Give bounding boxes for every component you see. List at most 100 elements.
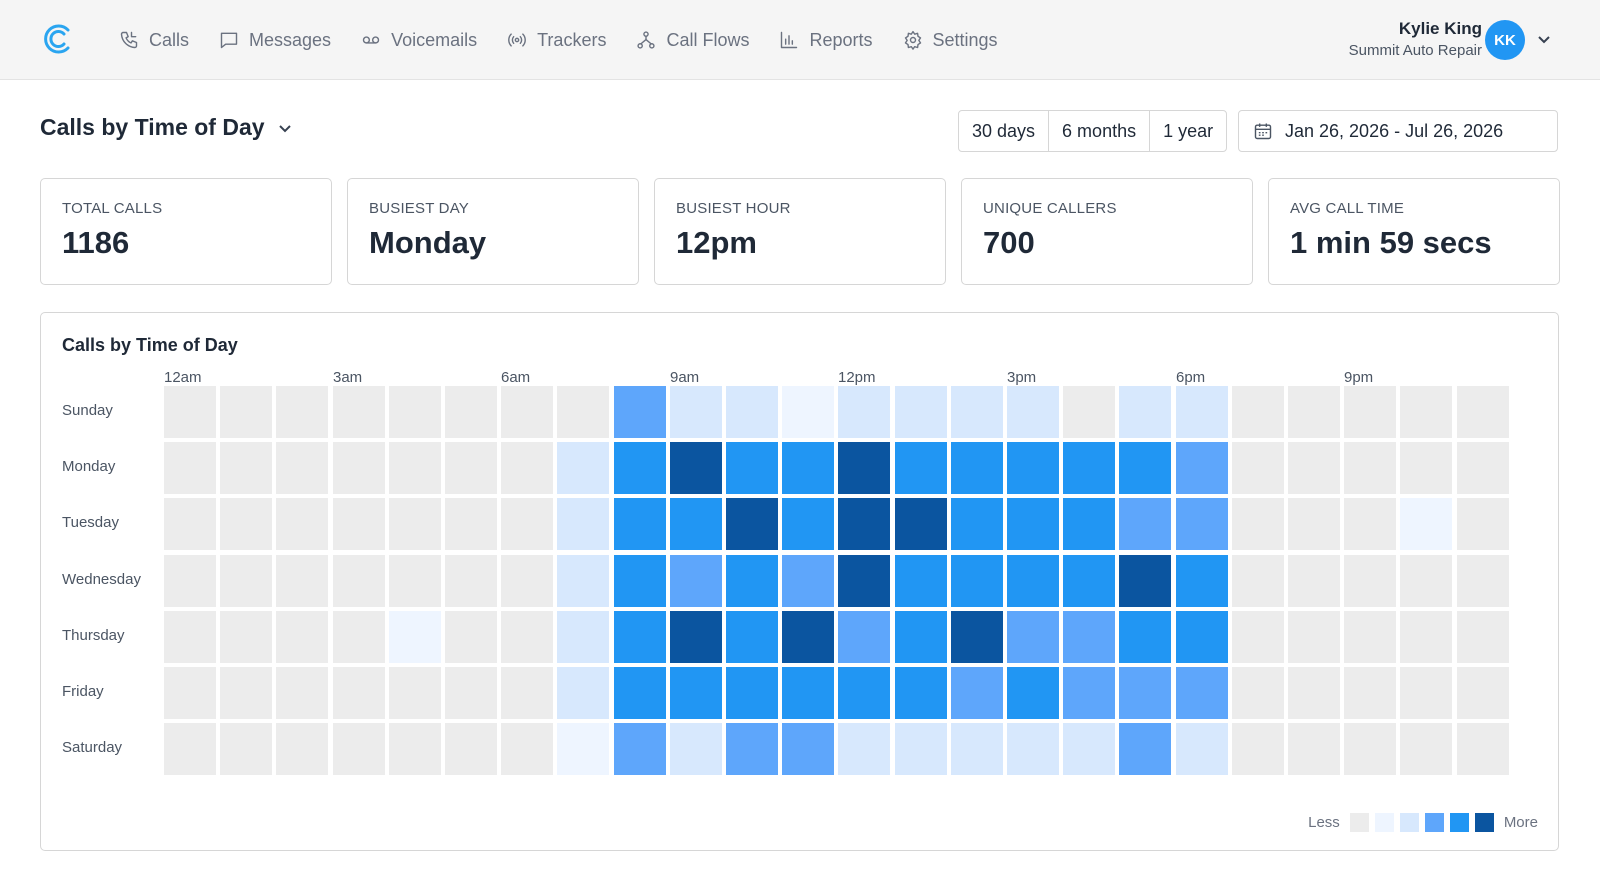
nav-trackers[interactable]: Trackers: [506, 20, 606, 60]
heatmap-cell[interactable]: [1007, 723, 1059, 775]
heatmap-cell[interactable]: [895, 498, 947, 550]
heatmap-cell[interactable]: [838, 498, 890, 550]
heatmap-cell[interactable]: [1400, 498, 1452, 550]
heatmap-cell[interactable]: [670, 555, 722, 607]
range-6-months-button[interactable]: 6 months: [1049, 111, 1151, 151]
nav-messages[interactable]: Messages: [218, 20, 331, 60]
heatmap-cell[interactable]: [1176, 611, 1228, 663]
heatmap-cell[interactable]: [389, 611, 441, 663]
heatmap-cell[interactable]: [670, 498, 722, 550]
heatmap-cell[interactable]: [1232, 498, 1284, 550]
heatmap-cell[interactable]: [333, 498, 385, 550]
range-1-year-button[interactable]: 1 year: [1150, 111, 1226, 151]
heatmap-cell[interactable]: [1457, 555, 1509, 607]
heatmap-cell[interactable]: [782, 555, 834, 607]
heatmap-cell[interactable]: [1176, 442, 1228, 494]
heatmap-cell[interactable]: [333, 611, 385, 663]
heatmap-cell[interactable]: [1457, 723, 1509, 775]
heatmap-cell[interactable]: [670, 442, 722, 494]
heatmap-cell[interactable]: [726, 667, 778, 719]
heatmap-cell[interactable]: [726, 723, 778, 775]
heatmap-cell[interactable]: [557, 386, 609, 438]
heatmap-cell[interactable]: [220, 386, 272, 438]
heatmap-cell[interactable]: [782, 386, 834, 438]
heatmap-cell[interactable]: [782, 611, 834, 663]
range-30-days-button[interactable]: 30 days: [959, 111, 1050, 151]
heatmap-cell[interactable]: [220, 723, 272, 775]
heatmap-cell[interactable]: [1288, 555, 1340, 607]
heatmap-cell[interactable]: [1344, 723, 1396, 775]
heatmap-cell[interactable]: [614, 555, 666, 607]
heatmap-cell[interactable]: [951, 667, 1003, 719]
heatmap-cell[interactable]: [501, 442, 553, 494]
heatmap-cell[interactable]: [1344, 386, 1396, 438]
heatmap-cell[interactable]: [389, 667, 441, 719]
heatmap-cell[interactable]: [333, 667, 385, 719]
heatmap-cell[interactable]: [1400, 555, 1452, 607]
heatmap-cell[interactable]: [1119, 498, 1171, 550]
heatmap-cell[interactable]: [1288, 498, 1340, 550]
heatmap-cell[interactable]: [445, 555, 497, 607]
heatmap-cell[interactable]: [726, 498, 778, 550]
heatmap-cell[interactable]: [1176, 498, 1228, 550]
heatmap-cell[interactable]: [1063, 667, 1115, 719]
heatmap-cell[interactable]: [1007, 611, 1059, 663]
heatmap-cell[interactable]: [276, 442, 328, 494]
heatmap-cell[interactable]: [614, 723, 666, 775]
heatmap-cell[interactable]: [1063, 386, 1115, 438]
heatmap-cell[interactable]: [445, 386, 497, 438]
heatmap-cell[interactable]: [614, 386, 666, 438]
heatmap-cell[interactable]: [164, 498, 216, 550]
heatmap-cell[interactable]: [614, 442, 666, 494]
heatmap-cell[interactable]: [614, 611, 666, 663]
heatmap-cell[interactable]: [220, 498, 272, 550]
heatmap-cell[interactable]: [670, 611, 722, 663]
heatmap-cell[interactable]: [1457, 386, 1509, 438]
heatmap-cell[interactable]: [670, 723, 722, 775]
nav-calls[interactable]: Calls: [118, 20, 189, 60]
heatmap-cell[interactable]: [1344, 611, 1396, 663]
heatmap-cell[interactable]: [782, 442, 834, 494]
heatmap-cell[interactable]: [1288, 442, 1340, 494]
heatmap-cell[interactable]: [1400, 723, 1452, 775]
heatmap-cell[interactable]: [445, 498, 497, 550]
heatmap-cell[interactable]: [1457, 442, 1509, 494]
heatmap-cell[interactable]: [1232, 555, 1284, 607]
heatmap-cell[interactable]: [726, 386, 778, 438]
heatmap-cell[interactable]: [1119, 667, 1171, 719]
heatmap-cell[interactable]: [1119, 442, 1171, 494]
heatmap-cell[interactable]: [838, 723, 890, 775]
heatmap-cell[interactable]: [670, 667, 722, 719]
heatmap-cell[interactable]: [501, 611, 553, 663]
heatmap-cell[interactable]: [1232, 723, 1284, 775]
heatmap-cell[interactable]: [445, 723, 497, 775]
heatmap-cell[interactable]: [1344, 498, 1396, 550]
heatmap-cell[interactable]: [1400, 611, 1452, 663]
heatmap-cell[interactable]: [1344, 442, 1396, 494]
heatmap-cell[interactable]: [389, 555, 441, 607]
heatmap-cell[interactable]: [1400, 667, 1452, 719]
heatmap-cell[interactable]: [1457, 667, 1509, 719]
heatmap-cell[interactable]: [1232, 611, 1284, 663]
heatmap-cell[interactable]: [1063, 498, 1115, 550]
heatmap-cell[interactable]: [276, 723, 328, 775]
heatmap-cell[interactable]: [164, 442, 216, 494]
nav-settings[interactable]: Settings: [902, 20, 998, 60]
heatmap-cell[interactable]: [1400, 442, 1452, 494]
user-info[interactable]: Kylie King Summit Auto Repair: [1349, 17, 1482, 61]
heatmap-cell[interactable]: [1288, 723, 1340, 775]
heatmap-cell[interactable]: [726, 611, 778, 663]
heatmap-cell[interactable]: [557, 442, 609, 494]
heatmap-cell[interactable]: [1176, 386, 1228, 438]
heatmap-cell[interactable]: [220, 611, 272, 663]
heatmap-cell[interactable]: [614, 498, 666, 550]
app-logo[interactable]: [42, 22, 74, 56]
heatmap-cell[interactable]: [1119, 386, 1171, 438]
heatmap-cell[interactable]: [1007, 498, 1059, 550]
heatmap-cell[interactable]: [389, 386, 441, 438]
heatmap-cell[interactable]: [895, 723, 947, 775]
heatmap-cell[interactable]: [838, 386, 890, 438]
heatmap-cell[interactable]: [951, 723, 1003, 775]
heatmap-cell[interactable]: [1063, 611, 1115, 663]
heatmap-cell[interactable]: [838, 442, 890, 494]
